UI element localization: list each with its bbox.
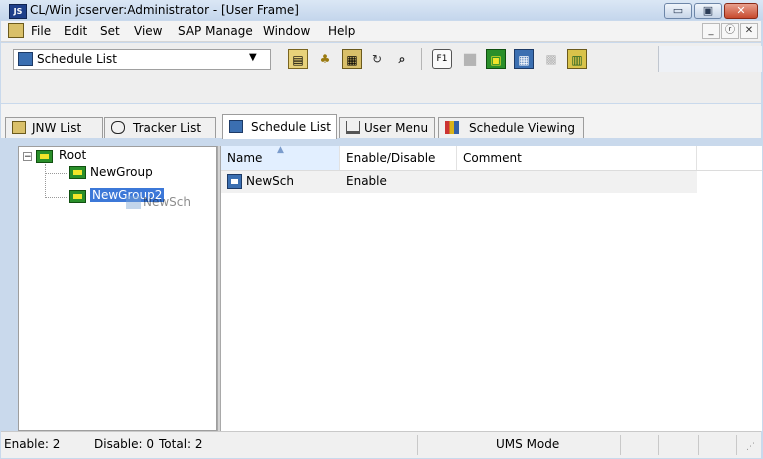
status-divider <box>698 435 699 455</box>
app-icon[interactable]: JS <box>9 4 27 19</box>
view-selector-combo[interactable]: Schedule List ▼ <box>13 49 271 70</box>
schedule-viewing-icon <box>445 121 459 134</box>
status-total-count: Total: 2 <box>159 437 203 451</box>
tree-connector <box>45 197 67 198</box>
child-minimize-button[interactable]: _ <box>702 23 720 39</box>
status-bar: Enable: 2 Disable: 0 Total: 2 UMS Mode ⋰ <box>1 431 761 458</box>
tab-jnw-list[interactable]: JNW List <box>5 117 103 138</box>
status-mode: UMS Mode <box>496 437 560 451</box>
tree-connector <box>45 173 67 174</box>
root-folder-icon <box>36 150 53 163</box>
group-folder-icon <box>69 190 86 203</box>
application-window: JS CL/Win jcserver:Administrator - [User… <box>0 0 763 459</box>
tab-schedule-viewing[interactable]: Schedule Viewing <box>438 117 584 138</box>
drag-ghost: NewSch <box>126 195 191 209</box>
network-icon[interactable]: ▣ <box>486 49 506 69</box>
tree-node-newgroup[interactable]: NewGroup <box>90 165 153 179</box>
jnw-icon <box>12 121 26 134</box>
window-title: CL/Win jcserver:Administrator - [User Fr… <box>30 3 299 17</box>
resize-grip-icon[interactable]: ⋰ <box>746 442 755 452</box>
cell-name: NewSch <box>246 174 294 188</box>
tab-jnw-list-label: JNW List <box>32 121 82 135</box>
status-divider <box>658 435 659 455</box>
drag-ghost-label: NewSch <box>143 195 191 209</box>
title-bar[interactable]: JS CL/Win jcserver:Administrator - [User… <box>0 0 763 20</box>
sort-ascending-icon: ▲ <box>277 145 284 155</box>
list-header: ▲ Name Enable/Disable Comment <box>221 145 762 171</box>
view-selector-value: Schedule List <box>37 52 117 66</box>
menu-bar: File Edit Set View SAP Manage Window Hel… <box>1 21 761 42</box>
tab-user-menu-label: User Menu <box>364 121 429 135</box>
menu-sap-manage[interactable]: SAP Manage <box>178 24 253 38</box>
properties-icon[interactable]: ▤ <box>288 49 308 69</box>
group-tree[interactable]: − Root NewGroup NewGroup2 NewSch <box>18 146 217 431</box>
child-restore-button[interactable]: ⓡ <box>721 23 739 39</box>
tree-connector <box>45 164 46 198</box>
menu-view[interactable]: View <box>134 24 162 38</box>
tab-tracker-list[interactable]: Tracker List <box>104 117 216 138</box>
menu-edit[interactable]: Edit <box>64 24 87 38</box>
grid-disabled-icon[interactable]: ▩ <box>541 49 561 69</box>
tab-tracker-list-label: Tracker List <box>133 121 202 135</box>
schedule-list-icon <box>18 52 33 66</box>
log-icon[interactable]: ▥ <box>567 49 587 69</box>
status-disable-count: Disable: 0 <box>94 437 155 451</box>
binoculars-icon[interactable]: ⌕ <box>392 49 412 69</box>
toolbar: Schedule List ▼ ▤ ♣ ▦ ↻ ⌕ F1 ■ ▣ ▦ ▩ ▥ <box>1 43 762 103</box>
column-comment-header[interactable]: Comment <box>457 146 697 170</box>
status-divider <box>736 435 737 455</box>
toolbar-empty-panel <box>658 46 762 72</box>
column-name-header[interactable]: ▲ Name <box>221 145 340 170</box>
menu-set[interactable]: Set <box>100 24 120 38</box>
schedule-icon <box>126 196 141 209</box>
tree-node-root[interactable]: Root <box>59 148 86 162</box>
table-row[interactable]: NewSch Enable <box>221 171 697 193</box>
menu-file[interactable]: File <box>31 24 51 38</box>
document-menu-icon[interactable] <box>8 23 24 38</box>
minimize-button[interactable]: ▭ <box>664 3 692 19</box>
user-menu-icon <box>346 121 360 134</box>
tab-schedule-viewing-label: Schedule Viewing <box>469 121 575 135</box>
main-content: − Root NewGroup NewGroup2 NewSch ▲ Name <box>18 145 762 431</box>
tab-user-menu[interactable]: User Menu <box>339 117 435 138</box>
column-name-label: Name <box>227 151 263 165</box>
schedule-icon[interactable]: ▦ <box>342 49 362 69</box>
cell-status: Enable <box>346 174 387 188</box>
folder-disabled-icon[interactable]: ■ <box>460 49 480 69</box>
column-enable-disable-label: Enable/Disable <box>346 151 436 165</box>
status-divider <box>620 435 621 455</box>
menu-window[interactable]: Window <box>263 24 310 38</box>
refresh-icon[interactable]: ↻ <box>367 49 387 69</box>
tree-icon[interactable]: ♣ <box>315 49 335 69</box>
maximize-button[interactable]: ▣ <box>694 3 722 19</box>
tab-schedule-list-label: Schedule List <box>251 120 331 134</box>
tracker-icon <box>111 121 125 134</box>
toolbar-separator <box>421 48 422 70</box>
calendar-icon[interactable]: ▦ <box>514 49 534 69</box>
child-close-button[interactable]: ✕ <box>740 23 758 39</box>
status-enable-count: Enable: 2 <box>4 437 61 451</box>
f1-help-icon[interactable]: F1 <box>432 49 452 69</box>
chevron-down-icon[interactable]: ▼ <box>249 52 257 63</box>
group-folder-icon <box>69 166 86 179</box>
column-comment-label: Comment <box>463 151 522 165</box>
schedule-icon <box>227 174 242 189</box>
tab-schedule-list[interactable]: Schedule List <box>222 114 337 139</box>
status-divider <box>417 435 418 455</box>
schedule-list[interactable]: ▲ Name Enable/Disable Comment NewSch Ena… <box>221 145 762 431</box>
tree-collapse-toggle[interactable]: − <box>23 152 32 162</box>
close-button[interactable]: ✕ <box>724 3 758 19</box>
schedule-icon <box>229 120 243 133</box>
column-enable-disable-header[interactable]: Enable/Disable <box>340 146 457 170</box>
tab-bar: JNW List Tracker List Schedule List User… <box>1 104 761 139</box>
menu-help[interactable]: Help <box>328 24 355 38</box>
